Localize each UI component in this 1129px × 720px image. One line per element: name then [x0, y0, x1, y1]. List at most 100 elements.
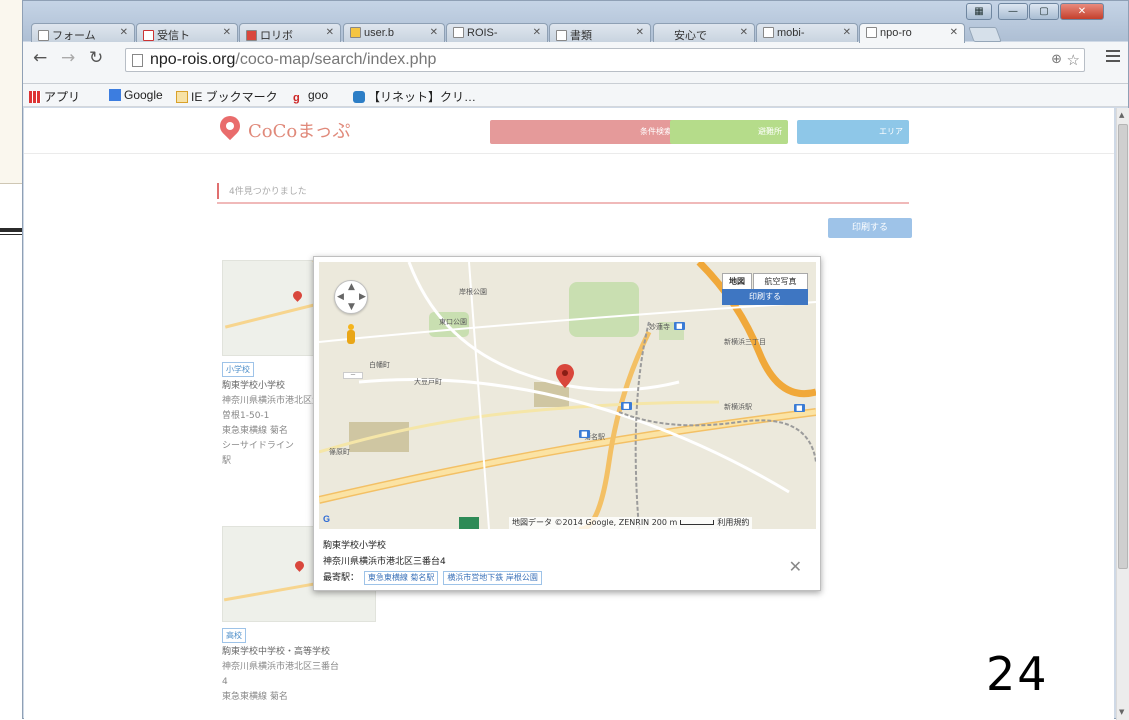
- close-window-button[interactable]: ✕: [1060, 3, 1104, 20]
- zoom-control[interactable]: －: [343, 372, 363, 379]
- url-path: /coco-map/search/index.php: [235, 51, 437, 68]
- tab-5[interactable]: ROIS- ✕: [446, 23, 548, 42]
- accent-bar: [217, 183, 219, 199]
- station-tag[interactable]: 横浜市営地下鉄 岸根公園: [443, 571, 542, 585]
- close-tab-icon[interactable]: ✕: [326, 27, 334, 38]
- place-name: 駒東学校小学校: [323, 541, 387, 551]
- bookmark-label: IE ブックマーク: [191, 90, 278, 104]
- bookmarks-bar: アプリ Google IE ブックマーク g goo 【リネット】クリ…: [23, 84, 1128, 107]
- bookmark-label: アプリ: [44, 90, 81, 104]
- print-button[interactable]: 印刷する: [828, 218, 912, 238]
- browser-toolbar: ← → ↻ npo-rois.org/coco-map/search/index…: [23, 42, 1128, 84]
- page-scrollbar[interactable]: ▲ ▼: [1116, 108, 1129, 720]
- tab-label: user.b: [364, 27, 394, 39]
- map-view[interactable]: 岸根公園 東口公園 菊名駅 新横浜駅 妙蓮寺 大豆戸町 篠原町 新横浜三丁目 白…: [319, 262, 816, 529]
- tab-8[interactable]: mobi- ✕: [756, 23, 858, 42]
- tab-1[interactable]: フォーム ✕: [31, 23, 135, 42]
- station-tag[interactable]: 東急東横線 菊名駅: [363, 571, 439, 585]
- tab-6[interactable]: 書類 ✕: [549, 23, 651, 42]
- card-line: 神奈川県横浜市港北区三番台: [222, 662, 340, 672]
- station-marker-icon: ■: [674, 322, 685, 330]
- bookmark-apps[interactable]: アプリ: [29, 88, 80, 105]
- google-logo: G: [323, 514, 331, 524]
- close-tab-icon[interactable]: ✕: [636, 27, 644, 38]
- scroll-down-icon[interactable]: ▼: [1119, 708, 1124, 716]
- terms-link[interactable]: 利用規約: [717, 518, 749, 527]
- station-label: 最寄駅：: [323, 573, 360, 583]
- zoom-icon[interactable]: ⊕: [1051, 52, 1062, 67]
- tab-2[interactable]: 受信ト ✕: [136, 23, 238, 42]
- nearest-station: 最寄駅： 東急東横線 菊名駅 横浜市営地下鉄 岸根公園: [323, 570, 542, 585]
- tab-active[interactable]: npo-ro ✕: [859, 23, 965, 43]
- menu-icon[interactable]: [1106, 50, 1120, 65]
- reload-icon[interactable]: ↻: [89, 48, 103, 68]
- map-label: 岸根公園: [459, 288, 487, 296]
- map-label: 新横浜駅: [724, 403, 752, 411]
- nav-search[interactable]: 条件検索: [490, 120, 678, 144]
- tab-4[interactable]: user.b ✕: [343, 23, 445, 42]
- map-pan-control[interactable]: ▲ ▼ ◀ ▶: [334, 280, 368, 314]
- tab-7[interactable]: 安心で ✕: [653, 23, 755, 42]
- close-tab-icon[interactable]: ✕: [223, 27, 231, 38]
- back-icon[interactable]: ←: [33, 48, 47, 68]
- street-view-pegman-icon[interactable]: [346, 324, 356, 346]
- bookmark-rinet[interactable]: 【リネット】クリ…: [353, 88, 476, 105]
- tab-3[interactable]: ロリボ ✕: [239, 23, 341, 42]
- tab-label: ロリボ: [260, 30, 293, 42]
- close-tab-icon[interactable]: ✕: [740, 27, 748, 38]
- tab-label: 受信ト: [157, 30, 190, 42]
- category-tag: 小学校: [222, 362, 254, 377]
- new-tab-button[interactable]: [968, 27, 1002, 42]
- close-tab-icon[interactable]: ✕: [950, 27, 958, 38]
- station-marker-icon: ■: [621, 402, 632, 410]
- map-label: 大豆戸町: [414, 378, 442, 386]
- map-type-satellite[interactable]: 航空写真: [753, 273, 808, 290]
- map-label: 妙蓮寺: [649, 323, 670, 331]
- scroll-up-icon[interactable]: ▲: [1119, 111, 1124, 119]
- page-icon: [350, 27, 361, 38]
- shirt-icon: [353, 91, 365, 103]
- attribution-text: 地図データ ©2014 Google, ZENRIN: [512, 518, 650, 527]
- minimize-button[interactable]: —: [998, 3, 1028, 20]
- user-icon[interactable]: ▦: [966, 3, 992, 20]
- nav-shelter[interactable]: 避難所: [670, 120, 788, 144]
- map-pin-icon: [293, 559, 306, 572]
- map-type-map[interactable]: 地図: [722, 273, 752, 290]
- category-tag: 高校: [222, 628, 246, 643]
- pan-right-icon[interactable]: ▶: [359, 292, 366, 302]
- pan-up-icon[interactable]: ▲: [348, 282, 355, 292]
- nav-area[interactable]: エリア: [797, 120, 909, 144]
- page-viewport: CoCoまっぷ 条件検索 避難所 エリア 4件見つかりました 印刷する 小学校 …: [24, 108, 1114, 720]
- page-icon: [556, 30, 567, 41]
- gmail-icon: [143, 30, 154, 41]
- map-label: 篠原町: [329, 448, 350, 456]
- site-logo[interactable]: CoCoまっぷ: [248, 117, 351, 143]
- bookmark-goo[interactable]: g goo: [293, 88, 328, 104]
- google-icon: [109, 89, 121, 101]
- scrollbar-thumb[interactable]: [1118, 124, 1128, 569]
- close-tab-icon[interactable]: ✕: [430, 27, 438, 38]
- map-print-option[interactable]: 印刷する: [722, 289, 808, 305]
- close-tab-icon[interactable]: ✕: [120, 27, 128, 38]
- tab-label: npo-ro: [880, 27, 912, 39]
- map-pin-icon: [556, 364, 574, 388]
- bookmark-star-icon[interactable]: ☆: [1067, 51, 1080, 69]
- place-address: 神奈川県横浜市港北区三番台4: [323, 557, 446, 567]
- forward-icon[interactable]: →: [61, 48, 75, 68]
- close-icon[interactable]: ✕: [789, 557, 802, 577]
- pan-down-icon[interactable]: ▼: [348, 302, 355, 312]
- card-line: 東急東横線 菊名: [222, 692, 288, 702]
- pan-left-icon[interactable]: ◀: [337, 292, 344, 302]
- page-icon: [763, 27, 774, 38]
- close-tab-icon[interactable]: ✕: [533, 27, 541, 38]
- card-line: 4: [222, 677, 228, 687]
- close-tab-icon[interactable]: ✕: [843, 27, 851, 38]
- bookmark-google[interactable]: Google: [109, 88, 163, 102]
- bookmark-ie[interactable]: IE ブックマーク: [176, 88, 278, 105]
- address-bar[interactable]: npo-rois.org/coco-map/search/index.php ⊕…: [125, 48, 1085, 72]
- maximize-button[interactable]: ▢: [1029, 3, 1059, 20]
- map-pin-icon: [291, 289, 304, 302]
- slide-page-number: 24: [986, 647, 1049, 701]
- search-result-bar: 4件見つかりました: [217, 178, 909, 204]
- apps-icon: [29, 91, 41, 103]
